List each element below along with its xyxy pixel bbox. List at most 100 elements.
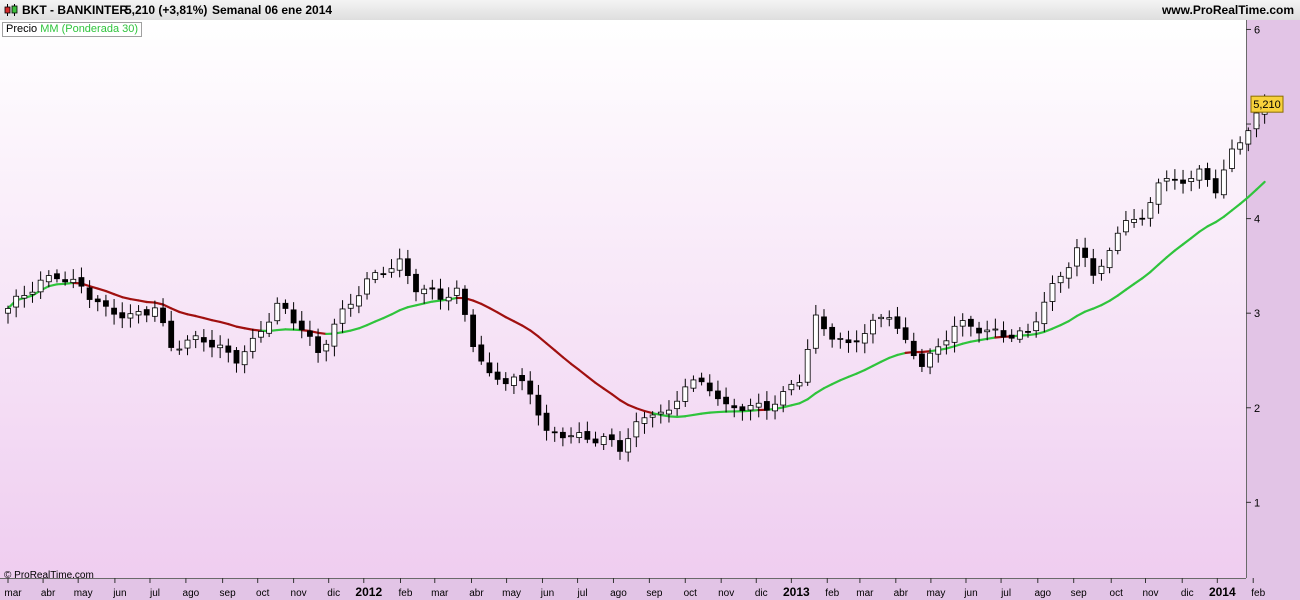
- ma-segment: [667, 415, 679, 418]
- candle-body: [13, 295, 20, 308]
- candle-body: [1147, 202, 1154, 219]
- x-tick-label: mar: [856, 588, 874, 599]
- candle-body: [396, 258, 403, 271]
- x-tick-label: jul: [149, 588, 160, 599]
- candle-body: [437, 288, 444, 300]
- candle-body: [1049, 283, 1056, 302]
- candle-body: [462, 288, 468, 315]
- candle-body: [1041, 301, 1048, 325]
- x-tick-label: sep: [220, 588, 237, 599]
- price-chart[interactable]: 123456 marabrmayjunjulagosepoctnovdic201…: [0, 20, 1300, 600]
- candle-body: [739, 406, 746, 411]
- candle-body: [54, 273, 60, 280]
- candle-body: [511, 376, 517, 386]
- candle-body: [870, 319, 876, 335]
- candle-body: [249, 337, 256, 352]
- candle-body: [1082, 247, 1089, 258]
- candle-body: [731, 405, 738, 409]
- candle-body: [127, 313, 134, 319]
- legend-price[interactable]: Precio: [6, 23, 37, 35]
- candle-body: [1237, 142, 1244, 150]
- price-tag-label: 5,210: [1253, 99, 1281, 111]
- candle-body: [674, 400, 681, 410]
- candle-body: [715, 390, 721, 400]
- candle-body: [617, 440, 623, 452]
- current-price-tag: 5,210: [1250, 95, 1284, 113]
- x-tick-label: 2013: [783, 585, 810, 599]
- candle-body: [331, 323, 338, 347]
- candle-body: [788, 383, 795, 391]
- candle-body: [641, 417, 648, 424]
- ma-segment: [692, 412, 703, 417]
- x-tick-label: mar: [4, 588, 22, 599]
- candle-body: [307, 330, 313, 337]
- candle-body: [453, 287, 460, 296]
- candle-body: [372, 272, 379, 280]
- ma-segment: [316, 331, 328, 336]
- x-tick-label: ago: [1034, 588, 1051, 599]
- candle-body: [1025, 331, 1031, 333]
- candle-body: [568, 435, 574, 438]
- candle-body: [943, 340, 950, 346]
- candle-body: [535, 394, 542, 416]
- x-tick-label: abr: [894, 588, 909, 599]
- candle-body: [478, 344, 485, 362]
- x-tick-label: jul: [1000, 588, 1011, 599]
- candle-body: [103, 300, 109, 307]
- candle-body: [217, 344, 224, 349]
- candle-body: [45, 275, 52, 283]
- candle-body: [600, 436, 607, 445]
- candle-body: [959, 320, 966, 327]
- ma-segment: [977, 337, 989, 342]
- candle-body: [812, 314, 819, 349]
- candle-body: [878, 316, 885, 320]
- ticker-label: BKT - BANKINTER: [22, 3, 128, 17]
- ma-segment: [145, 300, 156, 304]
- candle-body: [274, 302, 281, 322]
- ma-segment: [431, 299, 442, 303]
- candle-body: [559, 431, 566, 439]
- legend-moving-average[interactable]: MM (Ponderada 30): [40, 23, 138, 35]
- x-tick-label: ago: [610, 588, 627, 599]
- candle-body: [209, 339, 215, 348]
- ma-segment: [64, 281, 75, 285]
- y-tick-label: 4: [1254, 214, 1260, 226]
- candle-body: [747, 405, 754, 411]
- x-tick-label: nov: [291, 588, 307, 599]
- candle-body: [1106, 250, 1113, 269]
- candle-body: [551, 431, 558, 434]
- x-tick-label: feb: [825, 588, 839, 599]
- candle-body: [1180, 179, 1186, 184]
- candle-body: [1245, 130, 1252, 145]
- site-link[interactable]: www.ProRealTime.com: [1162, 3, 1294, 17]
- candle-body: [502, 378, 509, 385]
- candle-body: [168, 320, 175, 348]
- candle-body: [829, 326, 836, 340]
- candle-body: [902, 327, 909, 340]
- x-tick-label: oct: [256, 588, 270, 599]
- candle-body: [494, 371, 501, 380]
- x-tick-label: sep: [1071, 588, 1088, 599]
- candle-body: [184, 339, 191, 349]
- x-tick-label: abr: [469, 588, 484, 599]
- candle-body: [1090, 258, 1097, 276]
- ma-segment: [243, 327, 254, 331]
- candle-body: [315, 336, 321, 353]
- candle-body: [1204, 168, 1211, 180]
- candle-body: [1155, 182, 1162, 205]
- x-tick-label: ago: [183, 588, 200, 599]
- price-label: 5,210 (+3,81%): [125, 3, 208, 17]
- candle-body: [176, 348, 183, 351]
- candle-body: [592, 438, 599, 444]
- x-tick-label: sep: [646, 588, 663, 599]
- candle-body: [666, 409, 672, 415]
- candle-body: [527, 380, 534, 395]
- candle-body: [576, 432, 583, 439]
- x-tick-label: oct: [684, 588, 698, 599]
- candle-body: [935, 346, 942, 355]
- chart-legend[interactable]: Precio MM (Ponderada 30): [2, 22, 143, 37]
- candle-body: [951, 325, 958, 343]
- candle-body: [282, 302, 289, 309]
- x-tick-label: 2012: [355, 585, 382, 599]
- candle-body: [927, 352, 933, 368]
